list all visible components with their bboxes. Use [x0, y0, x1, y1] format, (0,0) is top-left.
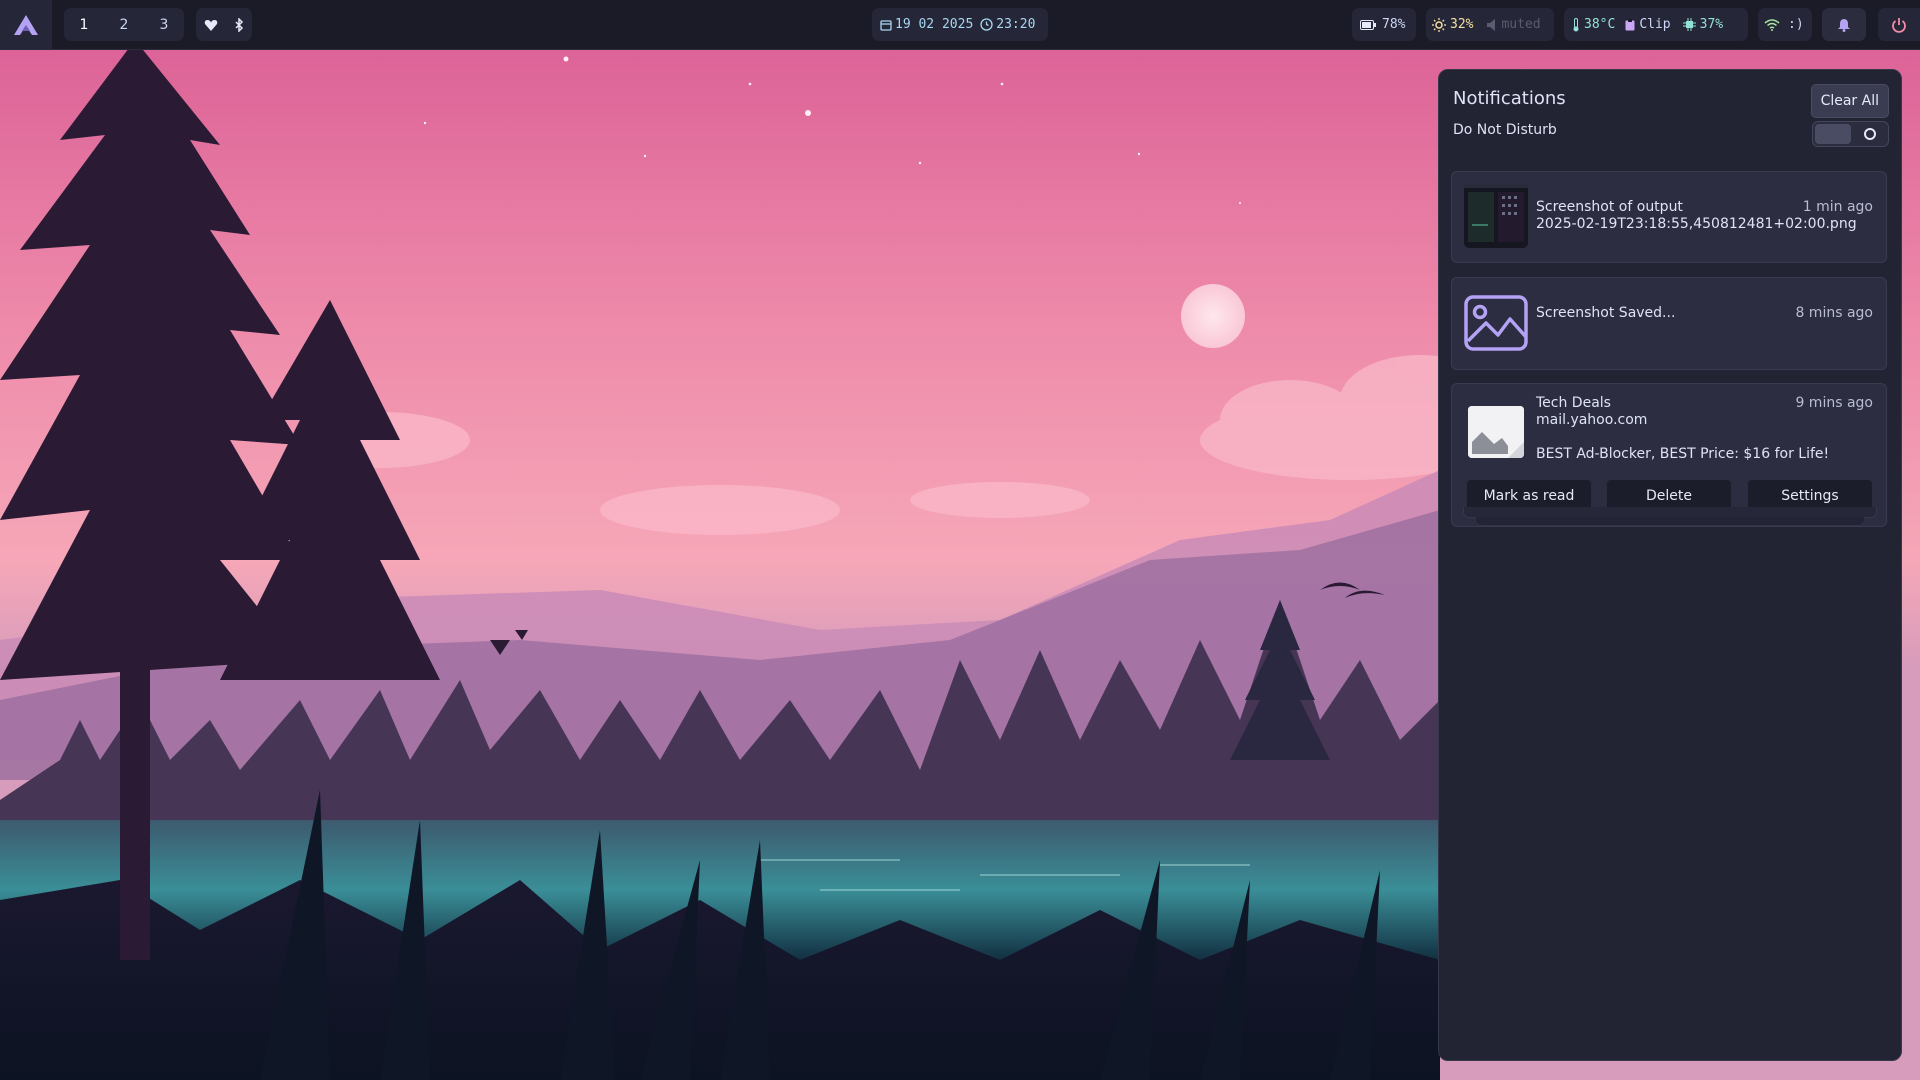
notification-card-tech-deals[interactable]: Tech Deals mail.yahoo.com BEST Ad-Blocke… — [1451, 383, 1887, 527]
workspace-2[interactable]: 2 — [104, 17, 144, 33]
notification-card-screenshot-saved[interactable]: Screenshot Saved... 8 mins ago — [1451, 277, 1887, 370]
cpu-text: 37% — [1699, 17, 1724, 32]
toggle-knob — [1815, 124, 1851, 144]
notification-time: 9 mins ago — [1795, 395, 1873, 411]
time-text: 23:20 — [996, 17, 1036, 32]
clipboard-text[interactable]: Clip — [1639, 17, 1670, 32]
workspace-1[interactable]: 1 — [64, 17, 104, 33]
datetime-pill[interactable]: 19 02 2025 23:20 — [872, 8, 1048, 41]
notification-time: 1 min ago — [1802, 199, 1873, 215]
toggle-off-indicator-icon — [1864, 128, 1876, 140]
brightness-text: 32% — [1450, 17, 1474, 32]
stacked-notification-edge — [1475, 517, 1865, 526]
notification-title: Screenshot of output — [1536, 199, 1683, 215]
volume-text: muted — [1501, 17, 1541, 32]
battery-text: 78% — [1382, 17, 1406, 32]
temperature-text: 38°C — [1584, 17, 1616, 32]
clipboard-icon[interactable] — [1625, 18, 1635, 31]
notification-body: 2025-02-19T23:18:55,450812481+02:00.png — [1536, 216, 1857, 232]
system-stats-pill: 38°C Clip 37% — [1564, 8, 1748, 41]
thermometer-icon — [1572, 17, 1580, 32]
top-bar: 1 2 3 19 02 2025 23:20 78% 32% muted 38°… — [0, 0, 1920, 50]
network-pill[interactable]: :) — [1758, 8, 1812, 41]
bell-icon — [1838, 18, 1850, 32]
notifications-title: Notifications — [1453, 88, 1566, 109]
tray-pill — [196, 8, 252, 41]
speaker-muted-icon[interactable] — [1487, 18, 1497, 31]
clear-all-button[interactable]: Clear All — [1810, 84, 1889, 118]
notification-time: 8 mins ago — [1795, 305, 1873, 321]
notification-center: Notifications Clear All Do Not Disturb S… — [1438, 69, 1902, 1061]
notification-card-screenshot-output[interactable]: Screenshot of output 2025-02-19T23:18:55… — [1451, 171, 1887, 263]
heart-icon[interactable] — [204, 19, 218, 31]
battery-pill[interactable]: 78% — [1352, 8, 1416, 41]
date-text: 19 02 2025 — [895, 17, 974, 32]
arch-logo-icon[interactable] — [0, 0, 52, 49]
calendar-icon — [880, 19, 892, 31]
do-not-disturb-toggle[interactable] — [1812, 121, 1889, 147]
image-icon — [1464, 295, 1528, 351]
clock-icon — [980, 18, 993, 31]
notifications-button[interactable] — [1822, 8, 1866, 41]
notification-body: BEST Ad-Blocker, BEST Price: $16 for Lif… — [1536, 446, 1830, 462]
power-icon — [1891, 17, 1907, 33]
brightness-volume-pill: 32% muted — [1426, 8, 1554, 41]
notification-subtitle: mail.yahoo.com — [1536, 412, 1648, 428]
network-text: :) — [1788, 17, 1804, 32]
workspace-3[interactable]: 3 — [144, 17, 184, 33]
do-not-disturb-label: Do Not Disturb — [1453, 122, 1557, 138]
power-button[interactable] — [1878, 8, 1920, 41]
screenshot-thumbnail — [1464, 184, 1528, 248]
cpu-icon — [1682, 18, 1696, 31]
bluetooth-icon[interactable] — [234, 17, 244, 32]
workspaces: 1 2 3 — [64, 8, 184, 41]
battery-icon — [1360, 19, 1376, 30]
notification-title: Tech Deals — [1536, 395, 1611, 411]
notification-title: Screenshot Saved... — [1536, 305, 1676, 321]
brightness-icon[interactable] — [1432, 17, 1446, 32]
wifi-icon — [1764, 18, 1780, 31]
mail-image-icon — [1468, 406, 1524, 458]
